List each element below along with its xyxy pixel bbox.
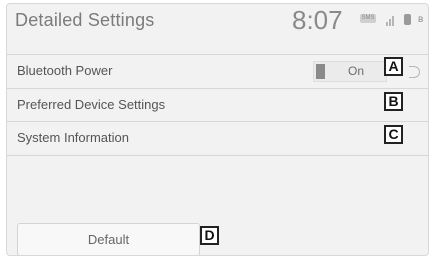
setting-row-preferred-device-settings[interactable]: Preferred Device Settings <box>7 88 428 122</box>
toggle-state-label: On <box>348 64 365 78</box>
title-bar: Detailed Settings 8:07 SMS ʙ <box>7 4 428 42</box>
bluetooth-power-toggle[interactable]: On <box>313 61 387 82</box>
callout-a: A <box>384 57 403 76</box>
phone-icon <box>404 14 411 25</box>
callout-b: B <box>384 92 403 111</box>
callout-d: D <box>200 226 219 245</box>
clock: 8:07 <box>292 5 343 35</box>
default-button[interactable]: Default <box>17 223 200 255</box>
setting-row-system-information[interactable]: System Information <box>7 121 428 156</box>
display-screen: Detailed Settings 8:07 SMS ʙ Bluetooth P… <box>6 3 429 256</box>
sms-icon: SMS <box>360 14 376 23</box>
page-title: Detailed Settings <box>15 10 155 30</box>
callout-c: C <box>384 125 403 144</box>
setting-label: Bluetooth Power <box>17 63 113 78</box>
signal-icon <box>386 14 396 26</box>
default-button-label: Default <box>87 232 130 247</box>
bluetooth-icon: ʙ <box>418 14 424 25</box>
toggle-indicator <box>316 64 325 79</box>
setting-label: Preferred Device Settings <box>17 97 166 112</box>
setting-label: System Information <box>17 130 129 145</box>
setting-row-bluetooth-power[interactable]: Bluetooth Power On <box>7 54 428 88</box>
